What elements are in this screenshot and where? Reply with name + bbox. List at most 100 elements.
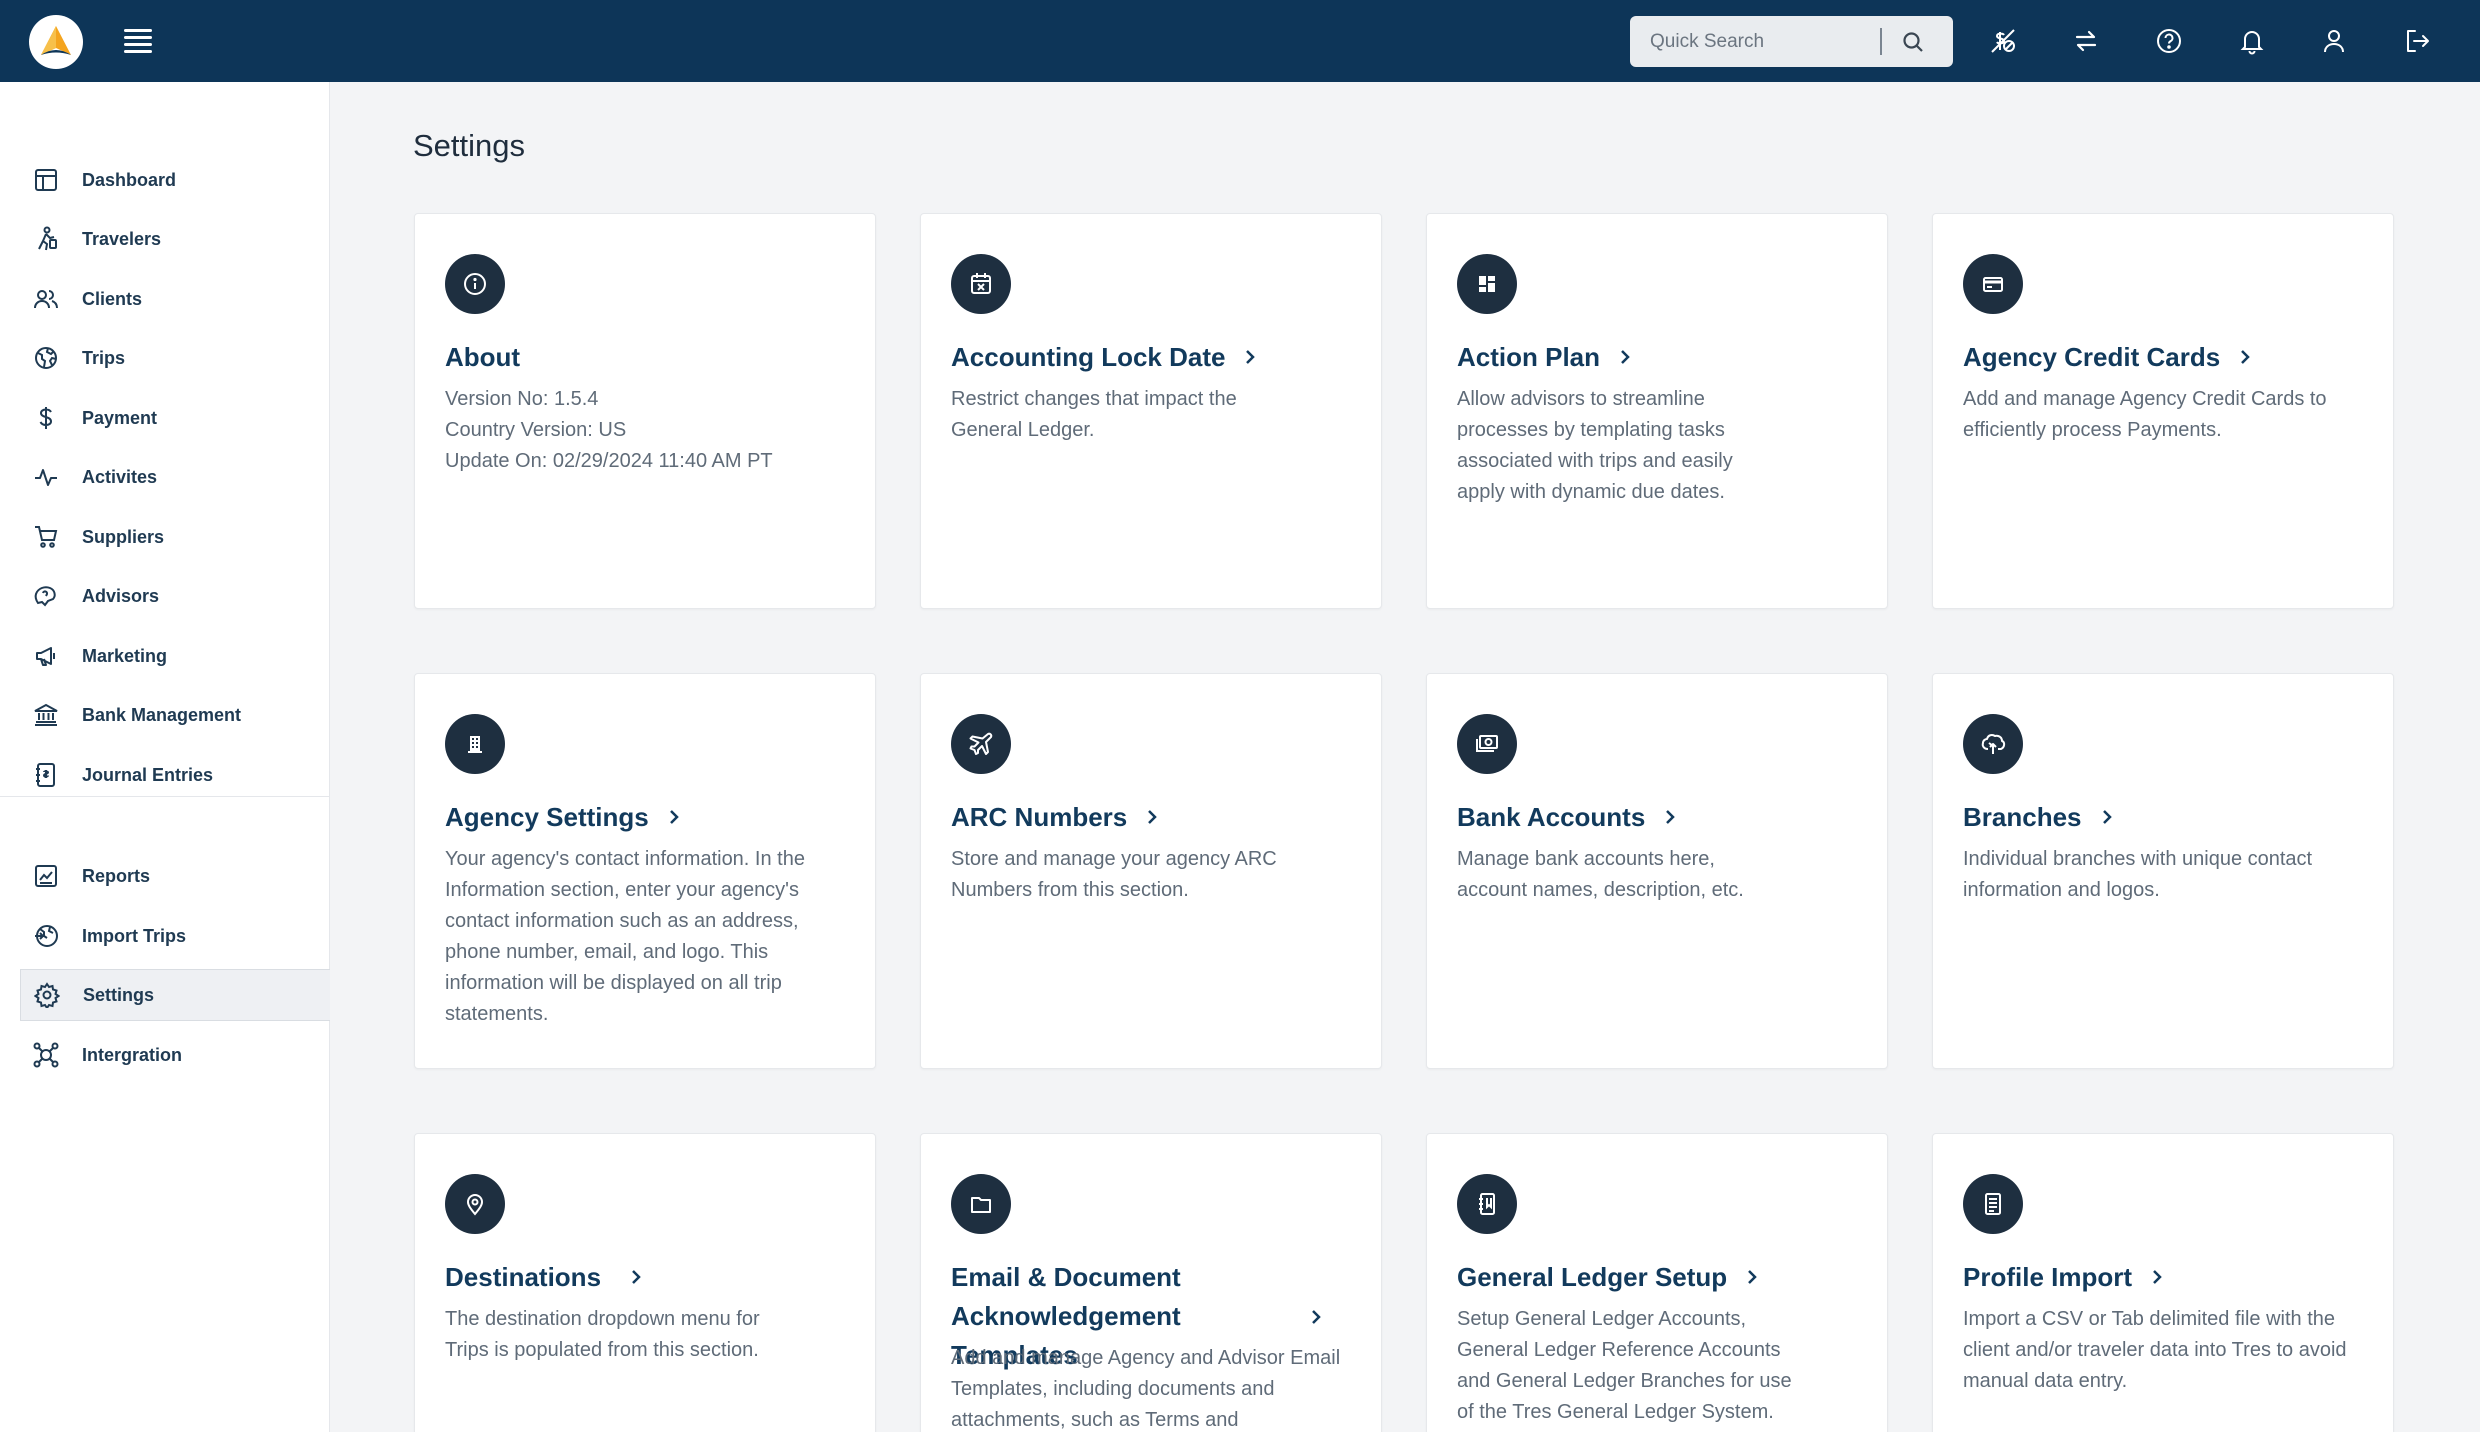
sidebar-item-travelers[interactable]: Travelers bbox=[20, 213, 330, 265]
card-description: Store and manage your agency ARC Numbers … bbox=[951, 848, 1277, 901]
card-bank-accounts[interactable]: Bank Accounts Manage bank accounts here,… bbox=[1426, 673, 1888, 1069]
sidebar-item-bank-management[interactable]: Bank Management bbox=[20, 689, 330, 741]
sidebar-item-label: Suppliers bbox=[82, 526, 165, 547]
traveler-icon bbox=[30, 223, 62, 255]
chevron-right-icon bbox=[1618, 347, 1632, 367]
grid-icon bbox=[1457, 254, 1517, 314]
card-description: Manage bank accounts here, account names,… bbox=[1457, 848, 1744, 901]
card-branches[interactable]: Branches Individual branches with unique… bbox=[1932, 673, 2394, 1069]
sidebar-item-label: Payment bbox=[82, 407, 158, 428]
sidebar-item-activites[interactable]: Activites bbox=[20, 451, 330, 503]
advisor-icon bbox=[30, 580, 62, 612]
chevron-right-icon bbox=[1243, 347, 1257, 367]
ledger-icon bbox=[1457, 1174, 1517, 1234]
card-email-document-templates[interactable]: Email & Document Acknowledgement Template… bbox=[920, 1133, 1382, 1432]
card-title-link[interactable]: Destinations bbox=[445, 1258, 643, 1296]
card-description: Restrict changes that impact the General … bbox=[951, 388, 1237, 441]
card-description: Version No: 1.5.4 Country Version: US Upda… bbox=[445, 388, 773, 472]
sidebar-item-label: Trips bbox=[82, 347, 126, 368]
card-description: Add and manage Agency and Advisor Email T… bbox=[951, 1347, 1341, 1431]
menu-toggle-icon[interactable] bbox=[124, 29, 152, 53]
dollar-icon bbox=[30, 402, 62, 434]
card-destinations[interactable]: Destinations The destination dropdown me… bbox=[414, 1133, 876, 1432]
card-description: The destination dropdown menu for Trips i… bbox=[445, 1308, 760, 1361]
card-description: Add and manage Agency Credit Cards to eff… bbox=[1963, 388, 2327, 441]
card-agency-credit-cards[interactable]: Agency Credit Cards Add and manage Agenc… bbox=[1932, 213, 2394, 609]
chevron-right-icon bbox=[2100, 807, 2114, 827]
globe-icon bbox=[30, 342, 62, 374]
sidebar-item-intergration[interactable]: Intergration bbox=[20, 1029, 330, 1081]
sidebar-item-clients[interactable]: Clients bbox=[20, 273, 330, 325]
sidebar-item-suppliers[interactable]: Suppliers bbox=[20, 511, 330, 563]
cart-icon bbox=[30, 521, 62, 553]
top-bar bbox=[0, 0, 2480, 82]
sidebar-item-label: Travelers bbox=[82, 228, 162, 249]
no-cost-icon[interactable] bbox=[1985, 23, 2021, 59]
search-icon[interactable] bbox=[1898, 27, 1928, 57]
chevron-right-icon bbox=[667, 807, 681, 827]
sidebar-item-advisors[interactable]: Advisors bbox=[20, 570, 330, 622]
building-icon bbox=[445, 714, 505, 774]
integration-icon bbox=[30, 1039, 62, 1071]
info-icon bbox=[445, 254, 505, 314]
sidebar-item-payment[interactable]: Payment bbox=[20, 392, 330, 444]
card-title-link[interactable]: ARC Numbers bbox=[951, 798, 1159, 836]
card-title-link[interactable]: Agency Credit Cards bbox=[1963, 338, 2252, 376]
user-icon[interactable] bbox=[2316, 23, 2352, 59]
reports-icon bbox=[30, 860, 62, 892]
quick-search bbox=[1630, 16, 1953, 67]
calendar-icon bbox=[951, 254, 1011, 314]
sidebar-item-label: Bank Management bbox=[82, 704, 242, 725]
card-description: Individual branches with unique contact i… bbox=[1963, 848, 2313, 901]
sidebar-item-label: Import Trips bbox=[82, 925, 187, 946]
sidebar-item-import-trips[interactable]: Import Trips bbox=[20, 910, 330, 962]
sidebar-item-label: Reports bbox=[82, 865, 151, 886]
bell-icon[interactable] bbox=[2234, 23, 2270, 59]
credit-card-icon bbox=[1963, 254, 2023, 314]
card-accounting-lock-date[interactable]: Accounting Lock Date Restrict changes th… bbox=[920, 213, 1382, 609]
dashboard-icon bbox=[30, 164, 62, 196]
chevron-right-icon bbox=[2150, 1267, 2164, 1287]
transfer-icon[interactable] bbox=[2068, 23, 2104, 59]
app-logo[interactable] bbox=[29, 15, 83, 69]
sidebar-item-label: Settings bbox=[83, 984, 155, 1005]
search-divider bbox=[1880, 28, 1882, 55]
card-title-link[interactable]: Accounting Lock Date bbox=[951, 338, 1257, 376]
card-title-link[interactable]: Profile Import bbox=[1963, 1258, 2164, 1296]
bank-icon bbox=[30, 699, 62, 731]
megaphone-icon bbox=[30, 640, 62, 672]
card-arc-numbers[interactable]: ARC Numbers Store and manage your agency… bbox=[920, 673, 1382, 1069]
journal-icon bbox=[30, 759, 62, 791]
sidebar-item-label: Marketing bbox=[82, 645, 168, 666]
page-title: Settings bbox=[413, 128, 526, 163]
sidebar-divider bbox=[0, 796, 330, 797]
help-icon[interactable] bbox=[2151, 23, 2187, 59]
card-description: Your agency's contact information. In th… bbox=[445, 848, 805, 1025]
card-title-link[interactable]: Action Plan bbox=[1457, 338, 1632, 376]
sidebar-item-label: Advisors bbox=[82, 585, 160, 606]
search-input[interactable] bbox=[1630, 30, 1880, 53]
branch-icon bbox=[1963, 714, 2023, 774]
sidebar-item-dashboard[interactable]: Dashboard bbox=[20, 154, 330, 206]
logout-icon[interactable] bbox=[2399, 23, 2435, 59]
clients-icon bbox=[30, 283, 62, 315]
folder-icon bbox=[951, 1174, 1011, 1234]
card-title-link[interactable]: General Ledger Setup bbox=[1457, 1258, 1759, 1296]
gear-icon bbox=[31, 979, 63, 1011]
card-agency-settings[interactable]: Agency Settings Your agency's contact in… bbox=[414, 673, 876, 1069]
card-description: Import a CSV or Tab delimited file with … bbox=[1963, 1308, 2347, 1392]
sidebar-item-marketing[interactable]: Marketing bbox=[20, 630, 330, 682]
card-action-plan[interactable]: Action Plan Allow advisors to streamline… bbox=[1426, 213, 1888, 609]
chevron-right-icon bbox=[1745, 1267, 1759, 1287]
sidebar-item-trips[interactable]: Trips bbox=[20, 332, 330, 384]
card-general-ledger-setup[interactable]: General Ledger Setup Setup General Ledge… bbox=[1426, 1133, 1888, 1432]
card-title: About bbox=[445, 342, 521, 372]
document-icon bbox=[1963, 1174, 2023, 1234]
sidebar-item-reports[interactable]: Reports bbox=[20, 850, 330, 902]
card-profile-import[interactable]: Profile Import Import a CSV or Tab delim… bbox=[1932, 1133, 2394, 1432]
sidebar-item-journal-entries[interactable]: Journal Entries bbox=[20, 749, 330, 801]
card-title-link[interactable]: Branches bbox=[1963, 798, 2114, 836]
card-title-link[interactable]: Bank Accounts bbox=[1457, 798, 1677, 836]
sidebar-item-settings[interactable]: Settings bbox=[20, 969, 330, 1021]
card-title-link[interactable]: Agency Settings bbox=[445, 798, 681, 836]
